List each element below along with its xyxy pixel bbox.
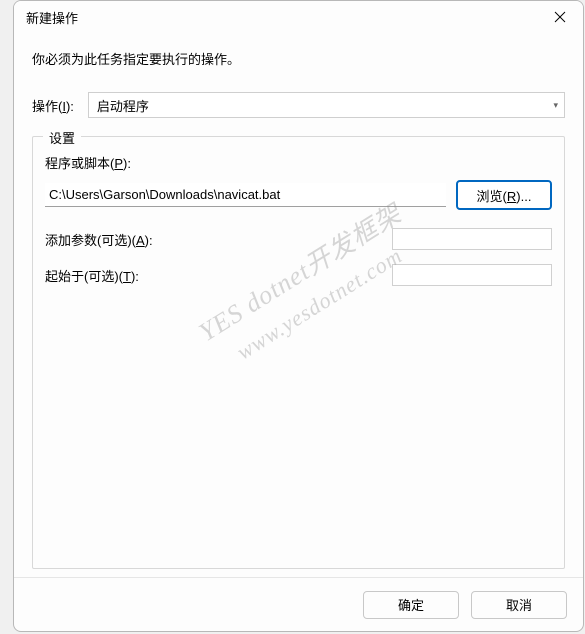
instruction-text: 你必须为此任务指定要执行的操作。: [32, 49, 565, 68]
action-dropdown[interactable]: 启动程序 ▾: [88, 92, 565, 118]
settings-fieldset: 设置 程序或脚本(P): 浏览(R)... 添加参数(可选)(A): 起始于(可…: [32, 136, 565, 569]
ok-button[interactable]: 确定: [363, 591, 459, 619]
chevron-down-icon: ▾: [553, 100, 558, 111]
close-button[interactable]: [537, 1, 583, 33]
script-row: 浏览(R)...: [45, 180, 552, 210]
dialog-title: 新建操作: [26, 8, 537, 27]
browse-button[interactable]: 浏览(R)...: [456, 180, 552, 210]
script-label: 程序或脚本(P):: [45, 153, 552, 172]
action-row: 操作(I): 启动程序 ▾: [32, 92, 565, 118]
args-label: 添加参数(可选)(A):: [45, 230, 275, 249]
action-selected: 启动程序: [97, 96, 149, 115]
action-label: 操作(I):: [32, 96, 74, 115]
close-icon: [554, 11, 566, 23]
settings-legend: 设置: [43, 128, 81, 147]
titlebar: 新建操作: [14, 1, 583, 33]
dialog-content: 你必须为此任务指定要执行的操作。 操作(I): 启动程序 ▾ 设置 程序或脚本(…: [14, 33, 583, 569]
startin-label: 起始于(可选)(T):: [45, 266, 275, 285]
startin-row: 起始于(可选)(T):: [45, 264, 552, 286]
dialog-footer: 确定 取消: [14, 577, 583, 631]
script-input[interactable]: [45, 183, 446, 207]
args-row: 添加参数(可选)(A):: [45, 228, 552, 250]
dialog-window: 新建操作 你必须为此任务指定要执行的操作。 操作(I): 启动程序 ▾ 设置 程…: [13, 0, 584, 632]
cancel-button[interactable]: 取消: [471, 591, 567, 619]
args-input[interactable]: [392, 228, 552, 250]
startin-input[interactable]: [392, 264, 552, 286]
